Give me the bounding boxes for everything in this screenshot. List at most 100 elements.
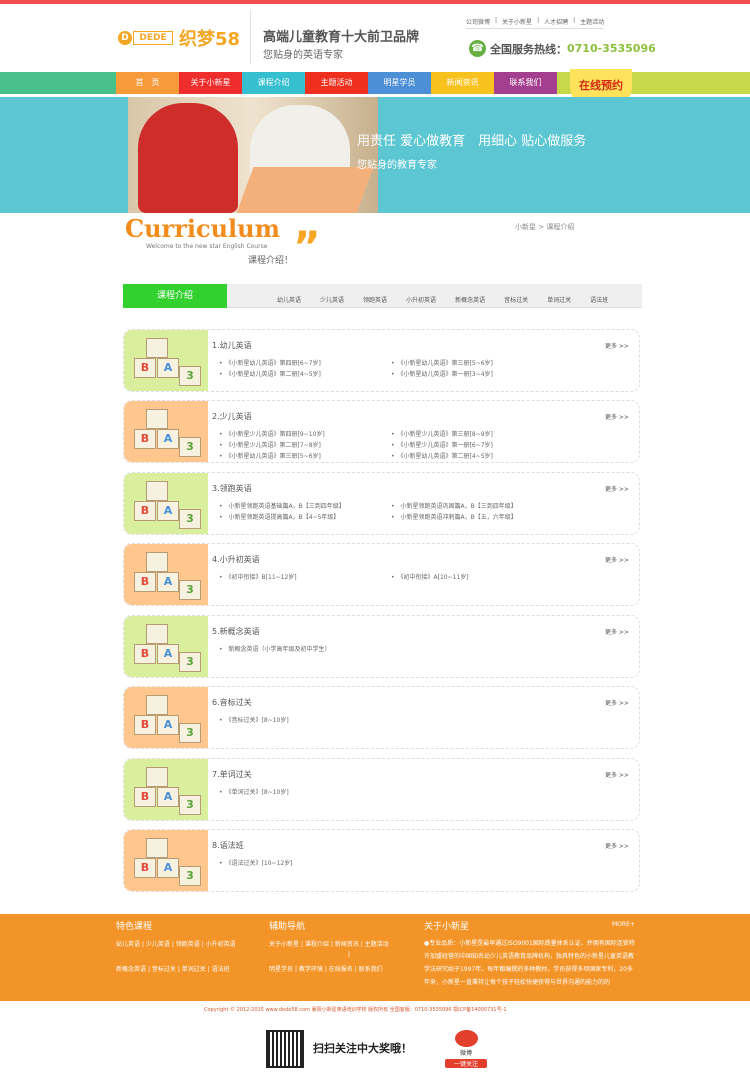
course-link[interactable]: • 《单词过关》[8~10岁] (219, 787, 389, 796)
footer-link[interactable]: 少儿英语 (146, 941, 170, 948)
tab-link[interactable]: 幼儿英语 (277, 295, 301, 304)
bullet-icon: • (219, 574, 229, 581)
toplink-weibo[interactable]: 公司微博 (466, 17, 490, 26)
block-icon (146, 338, 168, 358)
footer-link[interactable]: 主题活动 (365, 941, 389, 948)
tab-links: 幼儿英语 少儿英语 领跑英语 小升初英语 新概念英语 音标过关 单词过关 语法班 (277, 295, 608, 304)
footer-sep: | (294, 966, 297, 973)
nav-item-news[interactable]: 新闻资讯 (431, 72, 494, 94)
course-link[interactable]: • 《音标过关》[8~10岁] (219, 715, 389, 724)
footer-link[interactable]: 关于小新星 (269, 941, 299, 948)
more-link[interactable]: 更多 >> (605, 698, 629, 707)
nav-item-courses[interactable]: 课程介绍 (242, 72, 305, 94)
footer-link[interactable]: 幼儿英语 (116, 941, 140, 948)
footer-link[interactable]: 联系我们 (359, 966, 383, 973)
site-logo[interactable]: D DEDE 织梦58 (118, 26, 240, 50)
bullet-icon: • (219, 514, 229, 521)
tab-link[interactable]: 领跑英语 (363, 295, 387, 304)
more-link[interactable]: 更多 >> (605, 412, 629, 421)
course-link[interactable]: • 《初中衔接》B[11~12岁] (219, 572, 389, 581)
tab-link[interactable]: 新概念英语 (455, 295, 485, 304)
category-title[interactable]: 7.单词过关 (212, 769, 252, 780)
nav-item-about[interactable]: 关于小新星 (179, 72, 242, 94)
footer-link[interactable]: 明星学员 (269, 966, 293, 973)
block-icon: A (157, 787, 179, 807)
weibo-icon (454, 1030, 478, 1047)
qr-code (266, 1030, 304, 1068)
toplink-sep: | (573, 17, 576, 24)
tab-link[interactable]: 小升初英语 (406, 295, 436, 304)
tab-active[interactable]: 课程介绍 (123, 284, 227, 308)
block-icon: 3 (179, 437, 201, 457)
course-link[interactable]: • 《小新星幼儿英语》第一册[3~4岁] (391, 369, 561, 378)
course-link[interactable]: • 《小新星幼儿英语》第三册[5~6岁] (219, 451, 389, 460)
course-link[interactable]: • 《小新星幼儿英语》第四册[6~7岁] (219, 358, 389, 367)
breadcrumb-home[interactable]: 小新星 (515, 223, 536, 231)
course-link[interactable]: • 《初中衔接》A[10~11岁] (391, 572, 561, 581)
course-label: 《单词过关》[8~10岁] (228, 789, 289, 796)
weibo-follow-button[interactable]: 一键关注 (445, 1059, 487, 1068)
nav-item-contact[interactable]: 联系我们 (494, 72, 557, 94)
more-link[interactable]: 更多 >> (605, 841, 629, 850)
nav-item-home[interactable]: 首 页 (116, 72, 179, 94)
phone-icon: ☎ (469, 40, 486, 57)
block-icon: A (157, 858, 179, 878)
course-link[interactable]: • 《小新星幼儿英语》第三册[5~6岁] (391, 358, 561, 367)
footer-link[interactable]: 新闻资讯 (335, 941, 359, 948)
course-link[interactable]: • 新概念英语（小学高年级及初中学生） (219, 644, 389, 653)
nav-item-events[interactable]: 主题活动 (305, 72, 368, 94)
course-link[interactable]: • 小新星领跑英语冲刺篇A，B【五，六年级】 (391, 512, 561, 521)
course-label: 《小新星幼儿英语》第一册[3~4岁] (400, 371, 493, 378)
course-label: 《小新星幼儿英语》第四册[6~7岁] (228, 360, 321, 367)
category-title[interactable]: 2.少儿英语 (212, 411, 252, 422)
block-icon: B (134, 429, 156, 449)
course-link[interactable]: • 小新星领跑英语提高篇A，B【4~5年级】 (219, 512, 389, 521)
course-link[interactable]: • 《小新星幼儿英语》第二册[4~5岁] (391, 451, 561, 460)
category-title[interactable]: 8.语法班 (212, 840, 244, 851)
footer-link[interactable]: 教学环境 (299, 966, 323, 973)
toplink-events[interactable]: 主题活动 (580, 17, 604, 26)
category-title[interactable]: 6.音标过关 (212, 697, 252, 708)
course-label: 小新星领跑英语提高篇A，B【4~5年级】 (228, 514, 340, 521)
footer-link[interactable]: 语法班 (212, 966, 230, 973)
category-title[interactable]: 3.领跑英语 (212, 483, 252, 494)
header-divider (250, 10, 251, 64)
footer-link[interactable]: 单词过关 (182, 966, 206, 973)
footer-link[interactable]: 领跑英语 (176, 941, 200, 948)
more-link[interactable]: 更多 >> (605, 770, 629, 779)
toplink-jobs[interactable]: 人才招聘 (544, 17, 568, 26)
course-link[interactable]: • 《小新星少儿英语》第一册[6~7岁] (391, 440, 561, 449)
course-link[interactable]: • 小新星领跑英语巩固篇A，B【三到四年级】 (391, 501, 561, 510)
hotline-label: 全国服务热线： (490, 42, 567, 56)
course-link[interactable]: • 《小新星少儿英语》第三册[8~9岁] (391, 429, 561, 438)
footer-link[interactable]: 课程介绍 (305, 941, 329, 948)
tab-link[interactable]: 音标过关 (504, 295, 528, 304)
course-link[interactable]: • 小新星领跑英语基础篇A，B【三到四年级】 (219, 501, 389, 510)
nav-side-left (0, 72, 116, 94)
footer-col1-row1: 幼儿英语 | 少儿英语 | 领跑英语 | 小升初英语 (116, 939, 236, 948)
toplink-about[interactable]: 关于小新星 (502, 17, 532, 26)
nav-item-stars[interactable]: 明星学员 (368, 72, 431, 94)
weibo-follow[interactable]: 微博 一键关注 (445, 1030, 487, 1068)
category-title[interactable]: 1.幼儿英语 (212, 340, 252, 351)
footer-link[interactable]: 音标过关 (152, 966, 176, 973)
more-link[interactable]: 更多 >> (605, 555, 629, 564)
more-link[interactable]: 更多 >> (605, 627, 629, 636)
category-thumb: BA3 (124, 830, 208, 891)
course-link[interactable]: • 《小新星少儿英语》第二册[7~8岁] (219, 440, 389, 449)
course-link[interactable]: • 《小新星少儿英语》第四册[9~10岁] (219, 429, 389, 438)
category-card: B A 3 5.新概念英语 更多 >> • 新概念英语（小学高年级及初中学生） (123, 615, 640, 678)
tab-link[interactable]: 单词过关 (547, 295, 571, 304)
footer-link[interactable]: 新概念英语 (116, 966, 146, 973)
category-title[interactable]: 4.小升初英语 (212, 554, 260, 565)
course-link[interactable]: • 《小新星幼儿英语》第二册[4~5岁] (219, 369, 389, 378)
footer-link[interactable]: 小升初英语 (206, 941, 236, 948)
category-title[interactable]: 5.新概念英语 (212, 626, 260, 637)
more-link[interactable]: 更多 >> (605, 484, 629, 493)
footer-more-link[interactable]: MORE+ (612, 921, 635, 928)
more-link[interactable]: 更多 >> (605, 341, 629, 350)
tab-link[interactable]: 少儿英语 (320, 295, 344, 304)
tab-link[interactable]: 语法班 (590, 295, 608, 304)
footer-link[interactable]: 在线报名 (329, 966, 353, 973)
course-link[interactable]: • 《语法过关》[10~12岁] (219, 858, 389, 867)
